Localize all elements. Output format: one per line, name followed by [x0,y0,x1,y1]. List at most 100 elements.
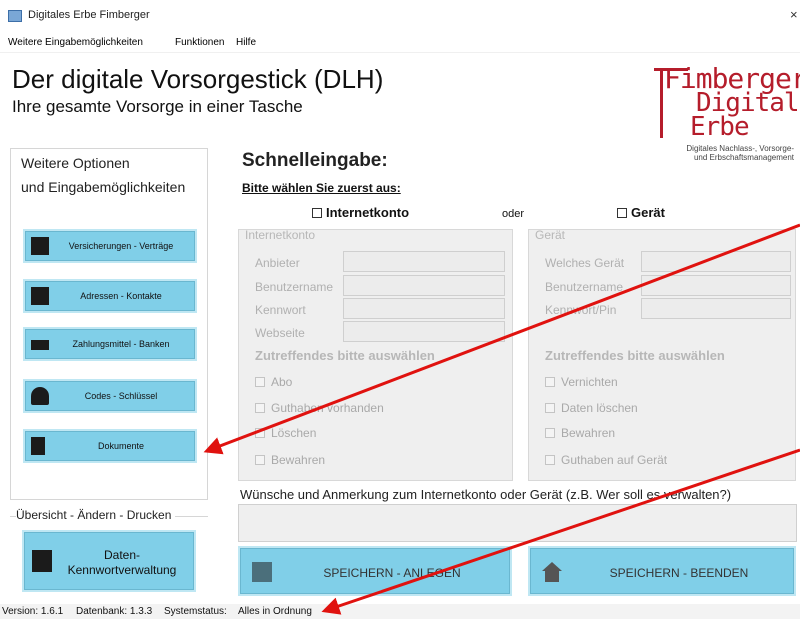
internet-account-label: Internetkonto [326,205,410,220]
device-username-input[interactable] [641,275,791,296]
delete-data-checkbox[interactable]: Daten löschen [545,401,638,415]
checkbox-box[interactable] [545,377,555,387]
checkbox-box[interactable] [545,428,555,438]
select-applicable-heading: Zutreffendes bitte auswählen [255,348,435,363]
menu-item-weitere-eingabemoeglichkeiten[interactable]: Weitere Eingabemöglichkeiten [8,37,143,48]
brand-logo: Fimberger Digitales Erbe Digitales Nachl… [648,60,800,178]
button-label: Versicherungen - Verträge [68,241,174,251]
system-status-value: Alles in Ordnung [238,606,312,617]
logo-tagline-1: Digitales Nachlass-, Vorsorge- [686,144,794,153]
button-label: Daten- Kennwortverwaltung [56,548,188,578]
safe-icon [252,562,272,582]
credit-available-checkbox[interactable]: Guthaben vorhanden [255,401,384,415]
provider-input[interactable] [343,251,505,272]
device-username-label: Benutzername [545,280,624,294]
key-icon [31,387,49,405]
options-header-2: und Eingabemöglichkeiten [21,179,186,195]
close-icon[interactable]: × [790,7,800,22]
logo-tagline: Digitales Nachlass-, Vorsorge- und Erbsc… [654,144,794,162]
device-pin-label: Kennwort/Pin [545,303,617,317]
checkbox-label: Bewahren [271,453,326,467]
system-status-label: Systemstatus: [164,606,227,617]
checkbox-label: Guthaben auf Gerät [561,453,668,467]
button-label: Dokumente [97,441,145,451]
internet-account-option[interactable]: Internetkonto [312,205,409,220]
button-label: SPEICHERN - BEENDEN [609,566,749,580]
wishes-input[interactable] [238,504,797,542]
options-panel: Weitere Optionen und Eingabemöglichkeite… [10,148,208,500]
database-text: Datenbank: 1.3.3 [76,606,153,617]
group-title: Gerät [535,228,566,242]
checkbox-label: Abo [271,375,293,389]
keep-checkbox[interactable]: Bewahren [255,453,325,467]
group-title: Internetkonto [245,228,316,242]
wishes-label: Wünsche und Anmerkung zum Internetkonto … [240,487,732,502]
website-input[interactable] [343,321,505,342]
menu-item-funktionen[interactable]: Funktionen [175,37,224,48]
checkbox-box[interactable] [255,403,265,413]
menu-bar: Weitere Eingabemöglichkeiten Funktionen … [0,33,800,53]
device-checkbox[interactable] [617,208,627,218]
quick-entry-prompt: Bitte wählen Sie zuerst aus: [242,181,401,195]
password-input[interactable] [343,298,505,319]
or-label: oder [502,208,525,220]
checkbox-box[interactable] [255,428,265,438]
checkbox-box[interactable] [545,455,555,465]
device-keep-checkbox[interactable]: Bewahren [545,426,615,440]
save-create-button[interactable]: SPEICHERN - ANLEGEN [238,546,512,596]
website-label: Webseite [255,326,305,340]
status-bar: Version: 1.6.1 Datenbank: 1.3.3 Systemst… [0,604,800,619]
codes-keys-button[interactable]: Codes - Schlüssel [23,379,197,413]
page-title: Der digitale Vorsorgestick (DLH) [12,64,384,94]
payment-banks-button[interactable]: Zahlungsmittel - Banken [23,327,197,361]
username-label: Benutzername [255,280,334,294]
overview-group: Übersicht - Ändern - Drucken Daten- Kenn… [10,508,208,603]
overview-legend: Übersicht - Ändern - Drucken [16,508,176,522]
internet-account-checkbox[interactable] [312,208,322,218]
delete-checkbox[interactable]: Löschen [255,426,316,440]
data-password-management-button[interactable]: Daten- Kennwortverwaltung [22,530,196,592]
document-icon [31,437,45,455]
checkbox-label: Vernichten [561,375,618,389]
button-label-line-1: Daten- [103,548,141,562]
dollar-icon [31,237,49,255]
checkbox-label: Daten löschen [561,401,638,415]
printer-icon [32,550,52,572]
device-option[interactable]: Gerät [617,205,665,220]
quick-entry-title: Schnelleingabe: [242,150,388,171]
checkbox-box[interactable] [545,403,555,413]
addresses-contacts-button[interactable]: Adressen - Kontakte [23,279,197,313]
username-input[interactable] [343,275,505,296]
device-pin-input[interactable] [641,298,791,319]
logo-tagline-2: und Erbschaftsmanagement [693,153,794,162]
button-label: Adressen - Kontakte [80,291,162,301]
contacts-icon [31,287,49,305]
version-text: Version: 1.6.1 [2,606,64,617]
menu-item-hilfe[interactable]: Hilfe [236,37,256,48]
destroy-checkbox[interactable]: Vernichten [545,375,618,389]
checkbox-label: Bewahren [561,426,616,440]
page-subtitle: Ihre gesamte Vorsorge in einer Tasche [12,97,303,116]
checkbox-box[interactable] [255,377,265,387]
window-title: Digitales Erbe Fimberger [28,9,150,21]
provider-label: Anbieter [255,256,300,270]
button-label: Codes - Schlüssel [84,391,158,401]
save-exit-button[interactable]: SPEICHERN - BEENDEN [528,546,796,596]
title-bar: Digitales Erbe Fimberger × [0,0,800,32]
internet-account-group: Internetkonto Anbieter Benutzername Kenn… [238,228,513,481]
which-device-input[interactable] [641,251,791,272]
checkbox-box[interactable] [255,455,265,465]
logo-line-3: Erbe [690,112,750,142]
button-label: Zahlungsmittel - Banken [72,339,170,349]
insurance-contracts-button[interactable]: Versicherungen - Verträge [23,229,197,263]
which-device-label: Welches Gerät [545,256,625,270]
button-label: SPEICHERN - ANLEGEN [323,566,461,580]
credit-card-icon [31,340,49,350]
subscription-checkbox[interactable]: Abo [255,375,292,389]
device-group: Gerät Welches Gerät Benutzername Kennwor… [528,228,796,481]
options-header-1: Weitere Optionen [21,155,130,171]
documents-button[interactable]: Dokumente [23,429,197,463]
checkbox-label: Guthaben vorhanden [271,401,384,415]
checkbox-label: Löschen [271,426,317,440]
credit-on-device-checkbox[interactable]: Guthaben auf Gerät [545,453,667,467]
